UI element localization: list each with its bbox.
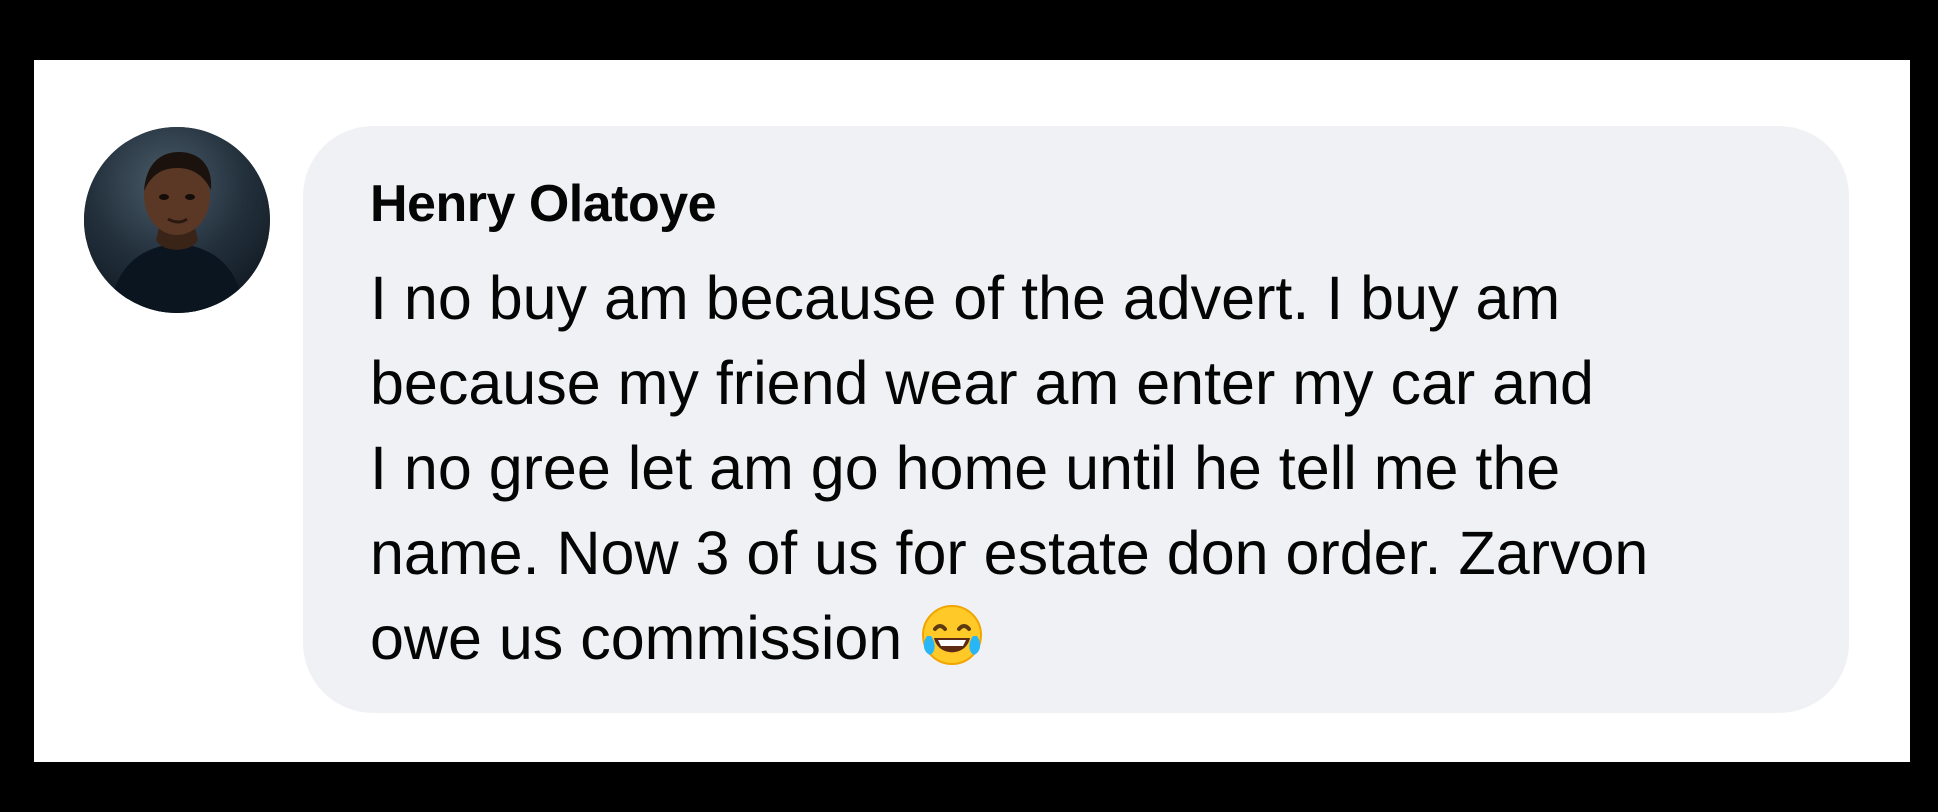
avatar-portrait-image: [84, 127, 270, 313]
comment-line-last: owe us commission: [370, 596, 1820, 681]
comment-text: I no buy am because of the advert. I buy…: [370, 256, 1820, 681]
comment-author-name[interactable]: Henry Olatoye: [370, 174, 717, 234]
comment-line: name. Now 3 of us for estate don order. …: [370, 519, 1649, 587]
comment-line: I no buy am because of the advert. I buy…: [370, 264, 1561, 332]
avatar[interactable]: [84, 127, 270, 313]
comment-line-text: owe us commission: [370, 604, 903, 672]
face-with-tears-of-joy-icon: [916, 599, 988, 671]
comment-line: I no gree let am go home until he tell m…: [370, 434, 1561, 502]
comment-line: because my friend wear am enter my car a…: [370, 349, 1594, 417]
